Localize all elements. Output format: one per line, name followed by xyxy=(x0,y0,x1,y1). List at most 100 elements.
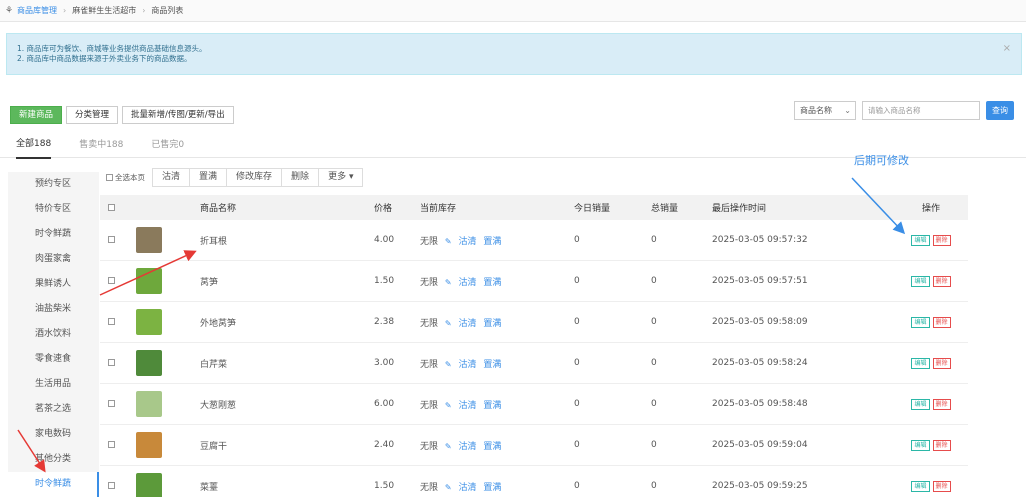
row-delete-button[interactable]: 删除 xyxy=(932,316,951,328)
row-delete-button[interactable]: 删除 xyxy=(932,275,951,287)
row-checkbox-cell xyxy=(100,399,136,409)
sidebar-item[interactable]: 酒水饮料 xyxy=(8,322,99,347)
edit-icon[interactable]: ✎ xyxy=(445,442,452,451)
clear-stock-link[interactable]: 沽清 xyxy=(458,442,476,452)
batch-operations-button[interactable]: 批量新增/传图/更新/导出 xyxy=(122,106,234,124)
row-edit-button[interactable]: 编辑 xyxy=(911,480,930,492)
product-price: 2.38 xyxy=(374,317,395,327)
sidebar-item-active[interactable]: 时令鲜蔬 xyxy=(8,472,99,497)
row-checkbox[interactable] xyxy=(108,236,115,243)
select-page-checkbox[interactable]: 全选本页 xyxy=(106,172,145,183)
edit-icon[interactable]: ✎ xyxy=(445,483,452,492)
row-delete-button[interactable]: 删除 xyxy=(932,480,951,492)
search-field-select[interactable]: 商品名称 ⌄ xyxy=(794,101,856,120)
edit-icon[interactable]: ✎ xyxy=(445,360,452,369)
table-header: 商品名称 价格 当前库存 今日销量 总销量 最后操作时间 操作 xyxy=(100,195,968,220)
product-name: 大葱刚葱 xyxy=(200,400,237,411)
row-edit-button[interactable]: 编辑 xyxy=(911,316,930,328)
row-checkbox[interactable] xyxy=(108,277,115,284)
row-edit-button[interactable]: 编辑 xyxy=(911,439,930,451)
fill-stock-link[interactable]: 置满 xyxy=(483,360,501,370)
row-checkbox[interactable] xyxy=(108,400,115,407)
product-price: 2.40 xyxy=(374,440,395,450)
search-button[interactable]: 查询 xyxy=(986,101,1014,120)
breadcrumb-item-store[interactable]: 麻雀鲜生生活超市 xyxy=(72,5,136,16)
row-image-cell xyxy=(136,391,200,417)
product-thumbnail xyxy=(136,432,162,458)
clear-stock-link[interactable]: 沽清 xyxy=(458,319,476,329)
fill-stock-link[interactable]: 置满 xyxy=(483,237,501,247)
edit-stock-button[interactable]: 修改库存 xyxy=(226,168,283,187)
row-checkbox-cell xyxy=(100,440,136,450)
search-input[interactable]: 请输入商品名称 xyxy=(862,101,980,120)
today-sales: 0 xyxy=(574,481,580,491)
row-image-cell xyxy=(136,309,200,335)
row-checkbox[interactable] xyxy=(108,359,115,366)
clear-stock-link[interactable]: 沽清 xyxy=(458,483,476,493)
table-row: 莴笋 1.50 无限 ✎ 沽清 置满 0 0 2025-03-05 09:57:… xyxy=(100,261,968,302)
fill-stock-link[interactable]: 置满 xyxy=(483,401,501,411)
column-name: 商品名称 xyxy=(200,204,237,214)
clear-stock-button[interactable]: 沽清 xyxy=(152,168,191,187)
today-sales: 0 xyxy=(574,235,580,245)
edit-icon[interactable]: ✎ xyxy=(445,401,452,410)
caret-down-icon: ▾ xyxy=(348,172,354,182)
row-checkbox[interactable] xyxy=(108,318,115,325)
product-library-icon: ⚘ xyxy=(5,5,14,16)
row-checkbox[interactable] xyxy=(108,441,115,448)
fill-stock-link[interactable]: 置满 xyxy=(483,319,501,329)
row-delete-button[interactable]: 删除 xyxy=(932,439,951,451)
tab-sold-out[interactable]: 已售完0 xyxy=(151,137,184,150)
row-checkbox-cell xyxy=(100,235,136,245)
product-price: 4.00 xyxy=(374,235,395,245)
checkbox[interactable] xyxy=(106,174,113,181)
edit-icon[interactable]: ✎ xyxy=(445,319,452,328)
column-stock: 当前库存 xyxy=(420,204,457,214)
close-icon[interactable]: × xyxy=(1003,44,1011,54)
row-checkbox[interactable] xyxy=(108,482,115,489)
header-checkbox[interactable] xyxy=(108,203,115,211)
stock-cell: 无限 ✎ 沽清 置满 xyxy=(420,439,574,452)
sidebar-item[interactable]: 果鲜诱人 xyxy=(8,272,99,297)
row-delete-button[interactable]: 删除 xyxy=(932,357,951,369)
clear-stock-link[interactable]: 沽清 xyxy=(458,278,476,288)
tab-on-sale[interactable]: 售卖中188 xyxy=(79,137,123,150)
sidebar-item[interactable]: 特价专区 xyxy=(8,197,99,222)
clear-stock-link[interactable]: 沽清 xyxy=(458,237,476,247)
clear-stock-link[interactable]: 沽清 xyxy=(458,360,476,370)
row-edit-button[interactable]: 编辑 xyxy=(911,357,930,369)
new-product-button[interactable]: 新建商品 xyxy=(10,106,63,124)
more-button[interactable]: 更多 ▾ xyxy=(318,168,364,187)
fill-stock-link[interactable]: 置满 xyxy=(483,278,501,288)
sidebar-item[interactable]: 家电数码 xyxy=(8,422,99,447)
row-image-cell xyxy=(136,350,200,376)
sidebar-item[interactable]: 其他分类 xyxy=(8,447,99,472)
category-manage-button[interactable]: 分类管理 xyxy=(66,106,119,124)
tab-all[interactable]: 全部188 xyxy=(16,130,52,159)
edit-icon[interactable]: ✎ xyxy=(445,237,452,246)
stock-cell: 无限 ✎ 沽清 置满 xyxy=(420,275,574,288)
sidebar-item[interactable]: 肉蛋家禽 xyxy=(8,247,99,272)
row-operations: 编辑 删除 xyxy=(894,398,968,410)
fill-stock-link[interactable]: 置满 xyxy=(483,483,501,493)
breadcrumb-item-library[interactable]: 商品库管理 xyxy=(17,5,57,16)
stock-value: 无限 xyxy=(420,277,439,288)
row-delete-button[interactable]: 删除 xyxy=(932,398,951,410)
fill-stock-button[interactable]: 置满 xyxy=(189,168,228,187)
last-op-time: 2025-03-05 09:58:48 xyxy=(712,399,808,409)
row-delete-button[interactable]: 删除 xyxy=(932,234,951,246)
sidebar-item[interactable]: 时令鲜蔬 xyxy=(8,222,99,247)
delete-button[interactable]: 删除 xyxy=(281,168,320,187)
sidebar-item[interactable]: 茗茶之选 xyxy=(8,397,99,422)
sidebar-item[interactable]: 生活用品 xyxy=(8,372,99,397)
row-edit-button[interactable]: 编辑 xyxy=(911,275,930,287)
clear-stock-link[interactable]: 沽清 xyxy=(458,401,476,411)
sidebar-item[interactable]: 油盐柴米 xyxy=(8,297,99,322)
row-edit-button[interactable]: 编辑 xyxy=(911,398,930,410)
sidebar-item[interactable]: 预约专区 xyxy=(8,172,99,197)
row-edit-button[interactable]: 编辑 xyxy=(911,234,930,246)
fill-stock-link[interactable]: 置满 xyxy=(483,442,501,452)
sidebar-item[interactable]: 零食速食 xyxy=(8,347,99,372)
category-sidebar: 预约专区 特价专区 时令鲜蔬 肉蛋家禽 果鲜诱人 油盐柴米 酒水饮料 零食速食 … xyxy=(8,172,99,497)
edit-icon[interactable]: ✎ xyxy=(445,278,452,287)
